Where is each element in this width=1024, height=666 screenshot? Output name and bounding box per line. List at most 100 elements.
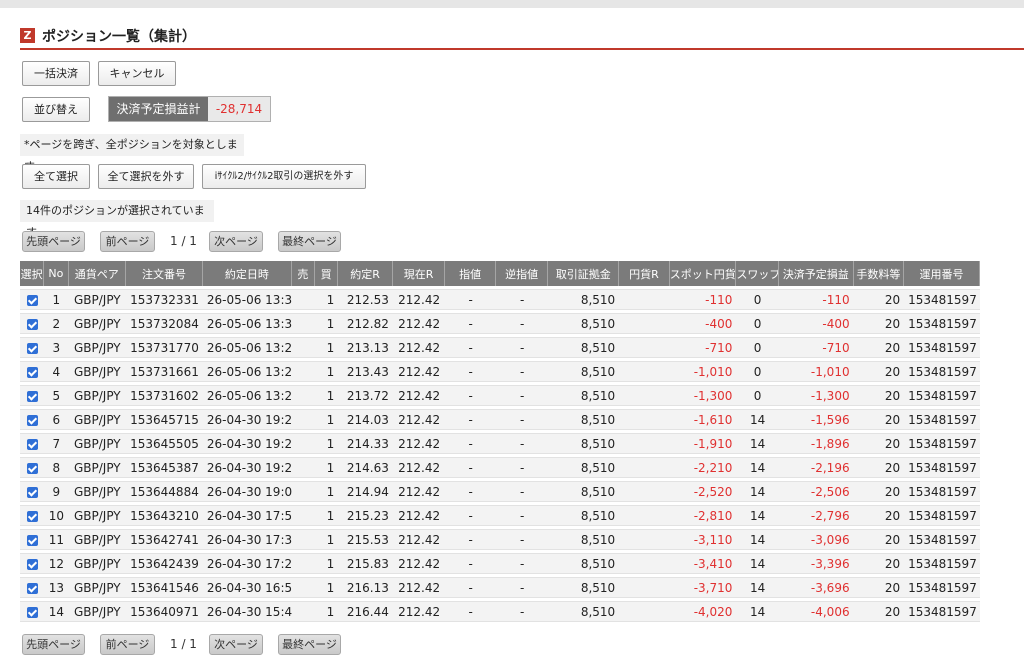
table-cell: 153481597 bbox=[904, 553, 980, 574]
first-page-button[interactable]: 先頭ページ bbox=[22, 231, 85, 252]
last-page-button[interactable]: 最終ページ bbox=[278, 231, 341, 252]
table-row[interactable]: 7 GBP/JPY 153645505 26-04-30 19:29 1 214.33 21… bbox=[20, 433, 980, 454]
row-select-checkbox[interactable] bbox=[26, 438, 38, 450]
table-cell: 212.42 bbox=[392, 289, 446, 310]
bulk-settle-button[interactable]: 一括決済 bbox=[22, 61, 90, 86]
prev-page-button-bottom[interactable]: 前ページ bbox=[100, 634, 155, 655]
table-cell: -3,410 bbox=[669, 553, 737, 574]
table-cell: - bbox=[495, 457, 549, 478]
prev-page-button[interactable]: 前ページ bbox=[100, 231, 155, 252]
row-select-checkbox[interactable] bbox=[26, 390, 38, 402]
table-cell bbox=[291, 505, 316, 526]
table-row[interactable]: 1 GBP/JPY 153732331 26-05-06 13:32 1 212.53 21… bbox=[20, 289, 980, 310]
table-cell bbox=[291, 529, 316, 550]
row-select-checkbox[interactable] bbox=[26, 318, 38, 330]
table-cell: 8,510 bbox=[548, 289, 620, 310]
table-cell: 14 bbox=[736, 457, 779, 478]
table-cell: 212.53 bbox=[338, 289, 393, 310]
summary-label: 決済予定損益計 bbox=[109, 97, 208, 121]
settlement-summary: 決済予定損益計 -28,714 bbox=[108, 96, 271, 122]
column-header: 逆指値 bbox=[495, 261, 549, 286]
next-page-button-bottom[interactable]: 次ページ bbox=[209, 634, 263, 655]
scope-note: *ページを跨ぎ、全ポジションを対象とします。 bbox=[20, 134, 244, 173]
row-select-cell[interactable] bbox=[20, 337, 45, 358]
row-select-checkbox[interactable] bbox=[26, 558, 38, 570]
table-cell: 20 bbox=[853, 553, 905, 574]
row-select-cell[interactable] bbox=[20, 361, 45, 382]
row-select-checkbox[interactable] bbox=[26, 582, 38, 594]
row-select-cell[interactable] bbox=[20, 313, 45, 334]
table-row[interactable]: 14 GBP/JPY 153640971 26-04-30 15:48 1 216.44 2… bbox=[20, 601, 980, 622]
next-page-button[interactable]: 次ページ bbox=[209, 231, 263, 252]
table-cell: -710 bbox=[669, 337, 737, 358]
table-row[interactable]: 2 GBP/JPY 153732084 26-05-06 13:31 1 212.82 21… bbox=[20, 313, 980, 334]
table-row[interactable]: 3 GBP/JPY 153731770 26-05-06 13:28 1 213.13 21… bbox=[20, 337, 980, 358]
row-select-checkbox[interactable] bbox=[26, 342, 38, 354]
table-cell: 20 bbox=[853, 313, 905, 334]
table-cell: - bbox=[445, 409, 496, 430]
table-cell: 153645387 bbox=[126, 457, 203, 478]
sort-button[interactable]: 並び替え bbox=[22, 97, 90, 122]
table-cell: 20 bbox=[853, 505, 905, 526]
table-row[interactable]: 11 GBP/JPY 153642741 26-04-30 17:38 1 215.53 2… bbox=[20, 529, 980, 550]
select-all-button[interactable]: 全て選択 bbox=[22, 164, 90, 189]
row-select-cell[interactable] bbox=[20, 457, 45, 478]
table-cell: 7 bbox=[44, 433, 69, 454]
table-row[interactable]: 10 GBP/JPY 153643210 26-04-30 17:53 1 215.23 2… bbox=[20, 505, 980, 526]
row-select-cell[interactable] bbox=[20, 601, 45, 622]
table-row[interactable]: 8 GBP/JPY 153645387 26-04-30 19:28 1 214.63 21… bbox=[20, 457, 980, 478]
table-cell: 212.42 bbox=[392, 409, 446, 430]
row-select-checkbox[interactable] bbox=[26, 414, 38, 426]
deselect-cycle-button[interactable]: iｻｲｸﾙ2/ｻｲｸﾙ2取引の選択を外す bbox=[202, 164, 366, 189]
table-cell bbox=[291, 433, 316, 454]
first-page-button-bottom[interactable]: 先頭ページ bbox=[22, 634, 85, 655]
row-select-cell[interactable] bbox=[20, 289, 45, 310]
row-select-cell[interactable] bbox=[20, 529, 45, 550]
table-cell: 216.13 bbox=[338, 577, 393, 598]
deselect-all-button[interactable]: 全て選択を外す bbox=[98, 164, 194, 189]
table-cell: 212.42 bbox=[392, 601, 446, 622]
table-cell: 14 bbox=[44, 601, 69, 622]
table-cell: - bbox=[445, 577, 496, 598]
row-select-checkbox[interactable] bbox=[26, 294, 38, 306]
row-select-checkbox[interactable] bbox=[26, 606, 38, 618]
table-cell: 2 bbox=[44, 313, 69, 334]
table-cell: - bbox=[495, 361, 549, 382]
table-cell bbox=[291, 553, 316, 574]
table-row[interactable]: 9 GBP/JPY 153644884 26-04-30 19:09 1 214.94 21… bbox=[20, 481, 980, 502]
table-cell: 8,510 bbox=[548, 529, 620, 550]
table-cell: - bbox=[445, 601, 496, 622]
cancel-button[interactable]: キャンセル bbox=[98, 61, 176, 86]
table-cell: 1 bbox=[44, 289, 69, 310]
table-row[interactable]: 5 GBP/JPY 153731602 26-05-06 13:27 1 213.72 21… bbox=[20, 385, 980, 406]
row-select-checkbox[interactable] bbox=[26, 534, 38, 546]
table-cell: 9 bbox=[44, 481, 69, 502]
column-header: 取引証拠金 bbox=[548, 261, 620, 286]
table-cell: - bbox=[445, 457, 496, 478]
table-row[interactable]: 4 GBP/JPY 153731661 26-05-06 13:27 1 213.43 21… bbox=[20, 361, 980, 382]
row-select-checkbox[interactable] bbox=[26, 510, 38, 522]
table-cell: 212.82 bbox=[338, 313, 393, 334]
table-cell: 20 bbox=[853, 289, 905, 310]
last-page-button-bottom[interactable]: 最終ページ bbox=[278, 634, 341, 655]
row-select-cell[interactable] bbox=[20, 433, 45, 454]
table-cell: 13 bbox=[44, 577, 69, 598]
table-row[interactable]: 12 GBP/JPY 153642439 26-04-30 17:21 1 215.83 2… bbox=[20, 553, 980, 574]
table-row[interactable]: 13 GBP/JPY 153641546 26-04-30 16:57 1 216.13 2… bbox=[20, 577, 980, 598]
table-cell: -1,896 bbox=[778, 433, 854, 454]
row-select-checkbox[interactable] bbox=[26, 366, 38, 378]
row-select-cell[interactable] bbox=[20, 409, 45, 430]
row-select-cell[interactable] bbox=[20, 385, 45, 406]
row-select-checkbox[interactable] bbox=[26, 462, 38, 474]
table-cell: 8,510 bbox=[548, 577, 620, 598]
row-select-cell[interactable] bbox=[20, 481, 45, 502]
row-select-checkbox[interactable] bbox=[26, 486, 38, 498]
table-cell: 153643210 bbox=[126, 505, 203, 526]
table-cell: 153645505 bbox=[126, 433, 203, 454]
table-row[interactable]: 6 GBP/JPY 153645715 26-04-30 19:29 1 214.03 21… bbox=[20, 409, 980, 430]
row-select-cell[interactable] bbox=[20, 553, 45, 574]
table-cell: 212.42 bbox=[392, 505, 446, 526]
column-header: スワップ bbox=[736, 261, 779, 286]
row-select-cell[interactable] bbox=[20, 577, 45, 598]
row-select-cell[interactable] bbox=[20, 505, 45, 526]
